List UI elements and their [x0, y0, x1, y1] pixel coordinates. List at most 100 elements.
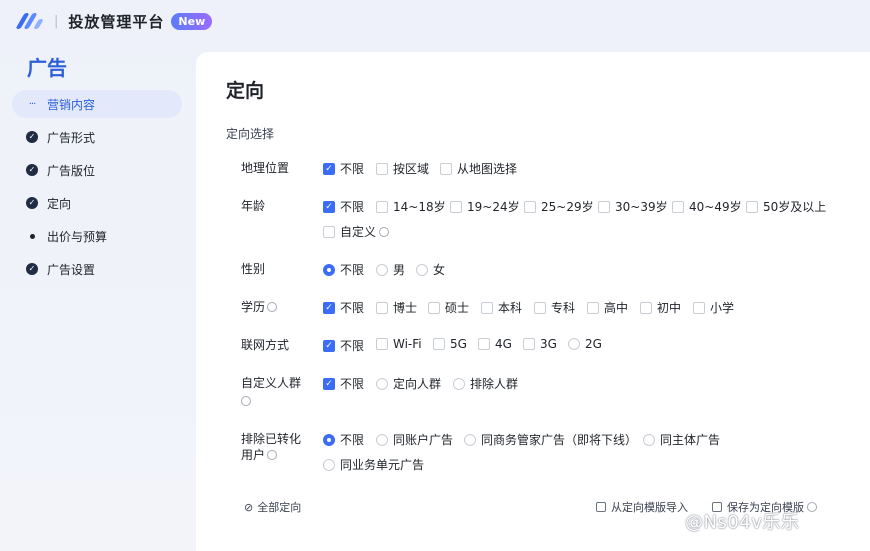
custom-audience-option-exclude[interactable]: 排除人群 [453, 375, 518, 392]
exclude-option-business-unit[interactable]: 同业务单元广告 [323, 456, 424, 473]
checkbox-checked-icon: ✓ [323, 301, 335, 314]
network-option-3g[interactable]: 3G [523, 337, 557, 351]
radio-selected-icon [323, 433, 335, 446]
sidebar: 广告 ··· 营销内容 ✓ 广告形式 ✓ 广告版位 ✓ 定向 出价与预算 ✓ 广… [0, 42, 196, 551]
education-option-unlimited[interactable]: ✓ 不限 [323, 299, 364, 316]
help-icon[interactable] [241, 396, 251, 406]
custom-audience-option-unlimited[interactable]: ✓ 不限 [323, 375, 364, 392]
location-option-by-region[interactable]: 按区域 [376, 160, 429, 177]
gender-option-male[interactable]: 男 [376, 261, 405, 278]
education-option-high-school[interactable]: 高中 [587, 299, 628, 316]
watermark: @Ns04v乐乐 [685, 512, 800, 533]
check-circle-icon: ✓ [26, 197, 38, 209]
sidebar-item-targeting[interactable]: ✓ 定向 [12, 189, 182, 217]
checkbox-icon [596, 502, 606, 512]
radio-icon [376, 433, 388, 446]
sidebar-item-label: 出价与预算 [47, 229, 108, 244]
radio-icon [643, 433, 655, 446]
custom-audience-label: 自定义人群 [241, 375, 321, 409]
education-option-primary[interactable]: 小学 [693, 299, 734, 316]
sidebar-item-marketing-content[interactable]: ··· 营销内容 [12, 90, 182, 118]
checkbox-icon [693, 301, 705, 314]
checkbox-icon [523, 338, 535, 350]
age-option-40-49[interactable]: 40~49岁 [672, 198, 742, 215]
top-bar: | 投放管理平台 New [0, 0, 870, 42]
age-label: 年龄 [241, 199, 266, 213]
age-option-unlimited[interactable]: ✓ 不限 [323, 198, 364, 215]
age-option-30-39[interactable]: 30~39岁 [598, 198, 668, 215]
network-label: 联网方式 [241, 338, 290, 352]
checkbox-checked-icon: ✓ [323, 377, 335, 390]
app-title: 投放管理平台 [68, 12, 165, 31]
age-option-50-plus[interactable]: 50岁及以上 [746, 198, 826, 215]
sidebar-title: 广告 [27, 56, 67, 80]
radio-icon [416, 263, 428, 276]
age-option-custom[interactable]: 自定义 [323, 223, 390, 240]
sidebar-item-label: 定向 [47, 196, 72, 211]
checkbox-icon [640, 301, 652, 314]
help-icon[interactable] [267, 302, 278, 312]
exclude-option-same-entity[interactable]: 同主体广告 [643, 431, 720, 448]
checkbox-checked-icon: ✓ [323, 162, 335, 175]
step-nav: ··· 营销内容 ✓ 广告形式 ✓ 广告版位 ✓ 定向 出价与预算 ✓ 广告设置 [12, 90, 182, 288]
checkbox-icon [376, 162, 388, 175]
gender-option-unlimited[interactable]: 不限 [323, 261, 364, 278]
sidebar-item-label: 广告版位 [47, 163, 96, 178]
sidebar-item-ad-settings[interactable]: ✓ 广告设置 [12, 255, 182, 283]
checkbox-icon [323, 225, 335, 238]
checkbox-icon [478, 338, 490, 350]
checkbox-icon [587, 301, 599, 314]
network-option-5g[interactable]: 5G [433, 337, 467, 351]
exclude-option-unlimited[interactable]: 不限 [323, 431, 364, 448]
checkbox-icon [598, 200, 610, 213]
sidebar-item-ad-placement[interactable]: ✓ 广告版位 [12, 156, 182, 184]
link-icon: ⊘ [244, 500, 254, 514]
checkbox-icon [433, 338, 445, 350]
checkbox-icon [376, 338, 388, 350]
in-progress-icon: ··· [28, 98, 36, 110]
gender-label: 性别 [241, 262, 266, 276]
check-circle-icon: ✓ [26, 263, 38, 275]
age-option-14-18[interactable]: 14~18岁 [376, 198, 446, 215]
all-targeting-link[interactable]: ⊘ 全部定向 [244, 499, 301, 515]
education-option-college[interactable]: 专科 [534, 299, 575, 316]
radio-icon [464, 433, 476, 446]
network-option-2g[interactable]: 2G [568, 337, 602, 351]
check-circle-icon: ✓ [26, 131, 38, 143]
network-option-4g[interactable]: 4G [478, 337, 512, 351]
age-option-19-24[interactable]: 19~24岁 [450, 198, 520, 215]
page-title: 定向 [226, 80, 265, 102]
checkbox-checked-icon: ✓ [323, 200, 335, 213]
checkbox-icon [481, 301, 493, 314]
help-icon[interactable] [379, 226, 390, 237]
help-icon[interactable] [267, 450, 278, 460]
checkbox-icon [428, 301, 440, 314]
sidebar-item-bid-budget[interactable]: 出价与预算 [12, 222, 182, 250]
exclude-option-business-manager[interactable]: 同商务管家广告（即将下线） [464, 431, 637, 448]
checkbox-icon [450, 200, 462, 213]
checkbox-icon [440, 162, 452, 175]
import-template-button[interactable]: 从定向模版导入 [596, 499, 688, 515]
sidebar-item-label: 广告设置 [47, 262, 96, 277]
help-icon[interactable] [807, 502, 817, 512]
checkbox-icon [746, 200, 758, 213]
new-badge: New [171, 12, 213, 30]
location-option-map[interactable]: 从地图选择 [440, 160, 517, 177]
checkbox-icon [376, 200, 388, 213]
education-option-bachelor[interactable]: 本科 [481, 299, 522, 316]
education-option-middle-school[interactable]: 初中 [640, 299, 681, 316]
education-option-master[interactable]: 硕士 [428, 299, 469, 316]
location-option-unlimited[interactable]: ✓ 不限 [323, 160, 364, 177]
radio-icon [568, 338, 580, 350]
network-option-wifi[interactable]: Wi-Fi [376, 337, 422, 351]
exclude-converted-label: 排除已转化 用户 [241, 432, 302, 462]
radio-icon [376, 263, 388, 276]
sidebar-item-ad-format[interactable]: ✓ 广告形式 [12, 123, 182, 151]
exclude-option-same-account[interactable]: 同账户广告 [376, 431, 453, 448]
gender-option-female[interactable]: 女 [416, 261, 445, 278]
dot-icon [26, 230, 38, 242]
custom-audience-option-target[interactable]: 定向人群 [376, 375, 441, 392]
education-option-phd[interactable]: 博士 [376, 299, 417, 316]
network-option-unlimited[interactable]: ✓ 不限 [323, 337, 364, 354]
age-option-25-29[interactable]: 25~29岁 [524, 198, 594, 215]
